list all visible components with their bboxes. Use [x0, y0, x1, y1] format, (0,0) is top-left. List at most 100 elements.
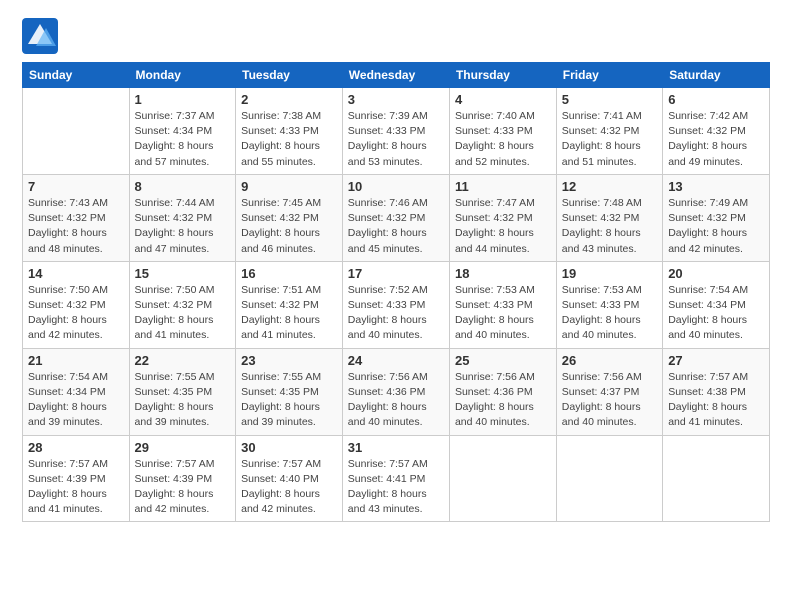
day-number: 7	[28, 179, 124, 194]
logo	[22, 18, 62, 54]
day-number: 18	[455, 266, 551, 281]
weekday-header-tuesday: Tuesday	[236, 63, 343, 88]
day-number: 3	[348, 92, 444, 107]
calendar-cell: 15Sunrise: 7:50 AMSunset: 4:32 PMDayligh…	[129, 261, 236, 348]
calendar-cell: 2Sunrise: 7:38 AMSunset: 4:33 PMDaylight…	[236, 88, 343, 175]
day-detail: Sunrise: 7:48 AMSunset: 4:32 PMDaylight:…	[562, 196, 657, 257]
day-detail: Sunrise: 7:57 AMSunset: 4:39 PMDaylight:…	[28, 457, 124, 518]
day-detail: Sunrise: 7:50 AMSunset: 4:32 PMDaylight:…	[135, 283, 231, 344]
calendar-cell	[663, 435, 770, 522]
day-number: 19	[562, 266, 657, 281]
day-number: 17	[348, 266, 444, 281]
calendar-header: SundayMondayTuesdayWednesdayThursdayFrid…	[23, 63, 770, 88]
day-number: 6	[668, 92, 764, 107]
day-number: 4	[455, 92, 551, 107]
calendar-cell: 4 Sunrise: 7:40 AMSunset: 4:33 PMDaylight…	[449, 88, 556, 175]
day-detail: Sunrise: 7:56 AMSunset: 4:36 PMDaylight:…	[455, 370, 551, 431]
day-detail: Sunrise: 7:42 AMSunset: 4:32 PMDaylight:…	[668, 109, 764, 170]
calendar-cell: 27 Sunrise: 7:57 AMSunset: 4:38 PMDayligh…	[663, 348, 770, 435]
calendar-cell: 8 Sunrise: 7:44 AMSunset: 4:32 PMDaylight…	[129, 174, 236, 261]
day-detail: Sunrise: 7:57 AMSunset: 4:38 PMDaylight:…	[668, 370, 764, 431]
day-detail: Sunrise: 7:57 AMSunset: 4:41 PMDaylight:…	[348, 457, 444, 518]
day-number: 14	[28, 266, 124, 281]
day-number: 25	[455, 353, 551, 368]
day-detail: Sunrise: 7:40 AMSunset: 4:33 PMDaylight:…	[455, 109, 551, 170]
day-number: 26	[562, 353, 657, 368]
header	[22, 18, 770, 54]
calendar-cell: 19 Sunrise: 7:53 AMSunset: 4:33 PMDayligh…	[556, 261, 662, 348]
calendar-cell: 3Sunrise: 7:39 AMSunset: 4:33 PMDaylight…	[342, 88, 449, 175]
calendar-cell: 17 Sunrise: 7:52 AMSunset: 4:33 PMDayligh…	[342, 261, 449, 348]
day-number: 30	[241, 440, 337, 455]
calendar-cell: 12 Sunrise: 7:48 AMSunset: 4:32 PMDayligh…	[556, 174, 662, 261]
day-number: 29	[135, 440, 231, 455]
day-detail: Sunrise: 7:56 AMSunset: 4:37 PMDaylight:…	[562, 370, 657, 431]
calendar-cell: 25 Sunrise: 7:56 AMSunset: 4:36 PMDayligh…	[449, 348, 556, 435]
week-row-3: 21 Sunrise: 7:54 AMSunset: 4:34 PMDayligh…	[23, 348, 770, 435]
day-number: 1	[135, 92, 231, 107]
calendar-cell: 11 Sunrise: 7:47 AMSunset: 4:32 PMDayligh…	[449, 174, 556, 261]
day-detail: Sunrise: 7:55 AMSunset: 4:35 PMDaylight:…	[241, 370, 337, 431]
day-number: 23	[241, 353, 337, 368]
calendar-cell: 16 Sunrise: 7:51 AMSunset: 4:32 PMDayligh…	[236, 261, 343, 348]
day-detail: Sunrise: 7:37 AMSunset: 4:34 PMDaylight:…	[135, 109, 231, 170]
day-detail: Sunrise: 7:56 AMSunset: 4:36 PMDaylight:…	[348, 370, 444, 431]
calendar-cell: 30 Sunrise: 7:57 AMSunset: 4:40 PMDayligh…	[236, 435, 343, 522]
week-row-1: 7Sunrise: 7:43 AMSunset: 4:32 PMDaylight…	[23, 174, 770, 261]
week-row-0: 1 Sunrise: 7:37 AMSunset: 4:34 PMDaylight…	[23, 88, 770, 175]
day-detail: Sunrise: 7:53 AMSunset: 4:33 PMDaylight:…	[562, 283, 657, 344]
day-detail: Sunrise: 7:52 AMSunset: 4:33 PMDaylight:…	[348, 283, 444, 344]
day-number: 24	[348, 353, 444, 368]
calendar-cell: 31 Sunrise: 7:57 AMSunset: 4:41 PMDayligh…	[342, 435, 449, 522]
page: SundayMondayTuesdayWednesdayThursdayFrid…	[0, 0, 792, 612]
calendar: SundayMondayTuesdayWednesdayThursdayFrid…	[22, 62, 770, 522]
day-number: 22	[135, 353, 231, 368]
day-detail: Sunrise: 7:53 AMSunset: 4:33 PMDaylight:…	[455, 283, 551, 344]
calendar-cell: 24 Sunrise: 7:56 AMSunset: 4:36 PMDayligh…	[342, 348, 449, 435]
day-detail: Sunrise: 7:51 AMSunset: 4:32 PMDaylight:…	[241, 283, 337, 344]
day-detail: Sunrise: 7:38 AMSunset: 4:33 PMDaylight:…	[241, 109, 337, 170]
day-detail: Sunrise: 7:47 AMSunset: 4:32 PMDaylight:…	[455, 196, 551, 257]
calendar-cell: 10Sunrise: 7:46 AMSunset: 4:32 PMDayligh…	[342, 174, 449, 261]
calendar-cell: 21 Sunrise: 7:54 AMSunset: 4:34 PMDayligh…	[23, 348, 130, 435]
calendar-cell: 18 Sunrise: 7:53 AMSunset: 4:33 PMDayligh…	[449, 261, 556, 348]
day-number: 20	[668, 266, 764, 281]
day-number: 12	[562, 179, 657, 194]
calendar-cell: 13 Sunrise: 7:49 AMSunset: 4:32 PMDayligh…	[663, 174, 770, 261]
day-number: 13	[668, 179, 764, 194]
calendar-cell: 20 Sunrise: 7:54 AMSunset: 4:34 PMDayligh…	[663, 261, 770, 348]
weekday-header-monday: Monday	[129, 63, 236, 88]
day-number: 11	[455, 179, 551, 194]
day-number: 21	[28, 353, 124, 368]
calendar-cell: 29Sunrise: 7:57 AMSunset: 4:39 PMDayligh…	[129, 435, 236, 522]
weekday-header-sunday: Sunday	[23, 63, 130, 88]
day-detail: Sunrise: 7:41 AMSunset: 4:32 PMDaylight:…	[562, 109, 657, 170]
day-number: 28	[28, 440, 124, 455]
day-number: 9	[241, 179, 337, 194]
day-number: 27	[668, 353, 764, 368]
day-detail: Sunrise: 7:54 AMSunset: 4:34 PMDaylight:…	[668, 283, 764, 344]
day-detail: Sunrise: 7:54 AMSunset: 4:34 PMDaylight:…	[28, 370, 124, 431]
day-number: 16	[241, 266, 337, 281]
calendar-cell: 22 Sunrise: 7:55 AMSunset: 4:35 PMDayligh…	[129, 348, 236, 435]
day-detail: Sunrise: 7:44 AMSunset: 4:32 PMDaylight:…	[135, 196, 231, 257]
day-number: 10	[348, 179, 444, 194]
day-detail: Sunrise: 7:57 AMSunset: 4:40 PMDaylight:…	[241, 457, 337, 518]
weekday-header-row: SundayMondayTuesdayWednesdayThursdayFrid…	[23, 63, 770, 88]
day-detail: Sunrise: 7:55 AMSunset: 4:35 PMDaylight:…	[135, 370, 231, 431]
weekday-header-friday: Friday	[556, 63, 662, 88]
calendar-cell: 7Sunrise: 7:43 AMSunset: 4:32 PMDaylight…	[23, 174, 130, 261]
weekday-header-wednesday: Wednesday	[342, 63, 449, 88]
calendar-cell	[23, 88, 130, 175]
calendar-cell: 1 Sunrise: 7:37 AMSunset: 4:34 PMDaylight…	[129, 88, 236, 175]
day-detail: Sunrise: 7:49 AMSunset: 4:32 PMDaylight:…	[668, 196, 764, 257]
calendar-cell: 23 Sunrise: 7:55 AMSunset: 4:35 PMDayligh…	[236, 348, 343, 435]
day-number: 31	[348, 440, 444, 455]
day-number: 8	[135, 179, 231, 194]
calendar-cell: 26 Sunrise: 7:56 AMSunset: 4:37 PMDayligh…	[556, 348, 662, 435]
calendar-cell	[556, 435, 662, 522]
calendar-cell: 6 Sunrise: 7:42 AMSunset: 4:32 PMDaylight…	[663, 88, 770, 175]
calendar-cell	[449, 435, 556, 522]
week-row-2: 14 Sunrise: 7:50 AMSunset: 4:32 PMDayligh…	[23, 261, 770, 348]
calendar-body: 1 Sunrise: 7:37 AMSunset: 4:34 PMDaylight…	[23, 88, 770, 522]
